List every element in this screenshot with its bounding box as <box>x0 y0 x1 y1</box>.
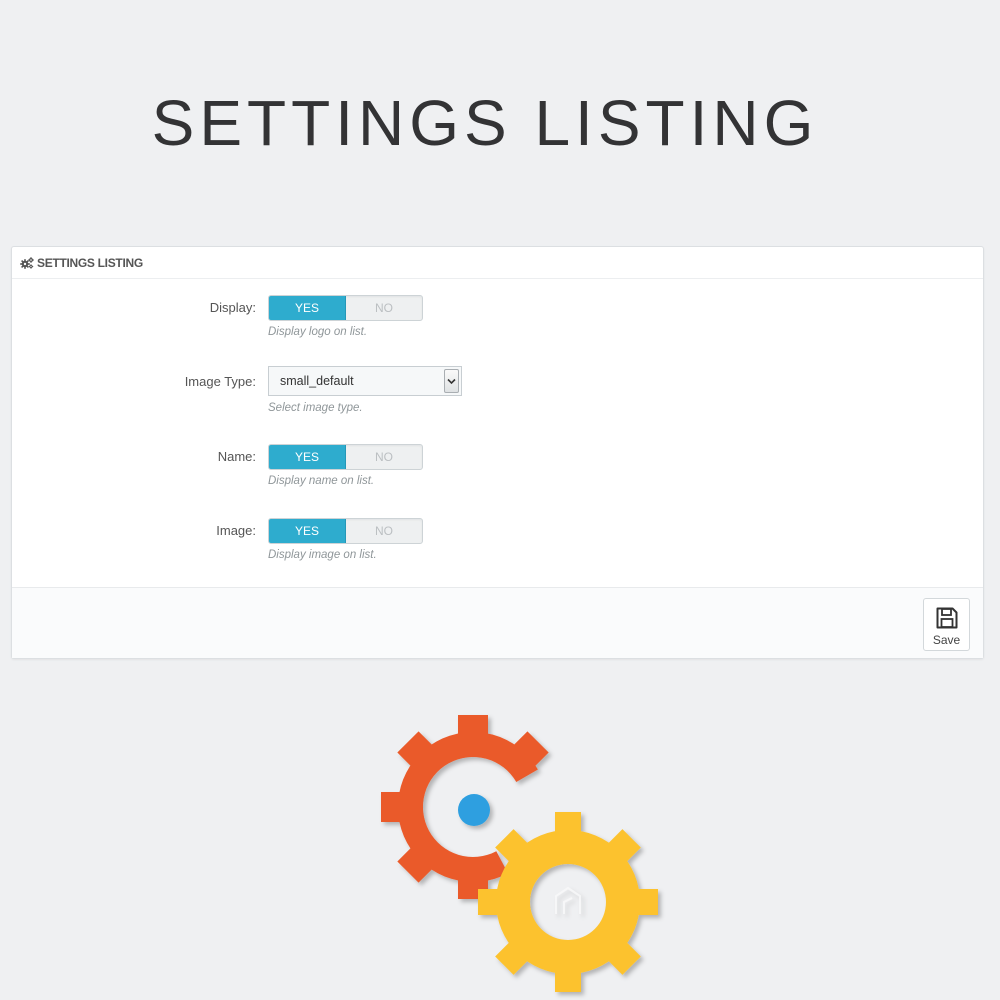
name-switch[interactable]: YES NO <box>268 444 423 470</box>
image-help: Display image on list. <box>268 549 377 561</box>
image-switch[interactable]: YES NO <box>268 518 423 544</box>
image-no-option[interactable]: NO <box>346 519 422 543</box>
page: SETTINGS LISTING SETTINGS LISTING Displa… <box>0 0 1000 1000</box>
name-label: Name: <box>217 449 256 464</box>
name-no-option[interactable]: NO <box>346 445 422 469</box>
display-no-option[interactable]: NO <box>346 296 422 320</box>
image-type-value: small_default <box>280 374 354 388</box>
save-button-label: Save <box>932 633 961 647</box>
cogs-icon <box>20 256 34 269</box>
gears-icon <box>381 715 658 992</box>
name-help: Display name on list. <box>268 475 375 487</box>
name-yes-option[interactable]: YES <box>269 445 346 469</box>
image-yes-option[interactable]: YES <box>269 519 346 543</box>
panel-heading-text: SETTINGS LISTING <box>37 255 143 270</box>
floppy-disk-icon <box>936 607 957 629</box>
display-label: Display: <box>209 300 256 315</box>
display-switch[interactable]: YES NO <box>268 295 423 321</box>
display-yes-option[interactable]: YES <box>269 296 346 320</box>
hero-title: SETTINGS LISTING <box>151 87 819 159</box>
image-label: Image: <box>216 523 256 538</box>
image-type-help: Select image type. <box>268 402 363 414</box>
panel-footer: Save <box>12 587 983 658</box>
image-type-select[interactable]: small_default <box>268 366 462 396</box>
panel-heading: SETTINGS LISTING <box>12 247 983 279</box>
image-type-label: Image Type: <box>184 374 256 389</box>
display-help: Display logo on list. <box>268 326 368 338</box>
save-button[interactable]: Save <box>923 598 970 651</box>
settings-panel: SETTINGS LISTING Display: YES NO Display… <box>11 246 984 659</box>
chevron-down-icon[interactable] <box>444 369 459 393</box>
